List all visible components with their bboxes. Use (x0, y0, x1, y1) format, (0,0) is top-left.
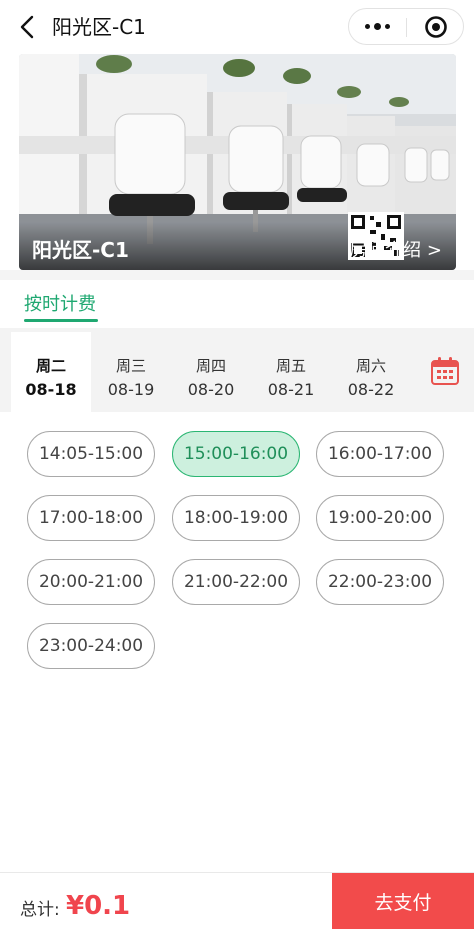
day-tab[interactable]: 周四 08-20 (171, 332, 251, 412)
date-selector: 周二 08-18 周三 08-19 周四 08-20 周五 08-21 周六 0… (0, 328, 474, 412)
close-mini-program-button[interactable] (407, 9, 464, 44)
pay-button[interactable]: 去支付 (332, 873, 474, 929)
total-price: ¥0.1 (66, 891, 131, 921)
time-slot[interactable]: 20:00-21:00 (27, 559, 155, 605)
calendar-icon (431, 357, 459, 385)
day-weekday: 周二 (35, 357, 66, 375)
target-circle-icon (424, 15, 447, 38)
booking-page: 阳光区-C1 阳光区-C1 房间介绍 > 按时计费 周二 08-18 周三 08… (0, 0, 474, 929)
day-date: 08-20 (187, 380, 235, 399)
day-date: 08-19 (107, 380, 155, 399)
tab-hourly-billing[interactable]: 按时计费 (24, 292, 96, 318)
time-slot-selected[interactable]: 15:00-16:00 (172, 431, 300, 477)
day-tab[interactable]: 周六 08-22 (331, 332, 411, 412)
day-weekday: 周四 (195, 357, 226, 375)
mini-program-capsule (348, 8, 464, 45)
day-date: 08-22 (347, 380, 395, 399)
room-intro-link[interactable]: 房间介绍 > (349, 238, 442, 264)
chevron-left-icon (20, 15, 34, 39)
time-slot[interactable]: 21:00-22:00 (172, 559, 300, 605)
time-slot[interactable]: 23:00-24:00 (27, 623, 155, 669)
back-button[interactable] (14, 12, 40, 42)
total-label: 总计: (20, 900, 60, 920)
section-divider (0, 270, 474, 280)
time-slot[interactable]: 18:00-19:00 (172, 495, 300, 541)
time-slot[interactable]: 19:00-20:00 (316, 495, 444, 541)
more-dots-icon (363, 23, 392, 30)
time-slot[interactable]: 14:05-15:00 (27, 431, 155, 477)
day-date: 08-21 (267, 380, 315, 399)
day-tab[interactable]: 周二 08-18 (11, 332, 91, 412)
day-tab[interactable]: 周五 08-21 (251, 332, 331, 412)
day-weekday: 周五 (275, 357, 306, 375)
time-slot[interactable]: 22:00-23:00 (316, 559, 444, 605)
day-weekday: 周六 (355, 357, 386, 375)
checkout-bar: 总计: ¥0.1 去支付 (0, 872, 474, 929)
calendar-button[interactable] (430, 356, 460, 386)
more-button[interactable] (349, 9, 406, 44)
time-slot[interactable]: 17:00-18:00 (27, 495, 155, 541)
room-banner: 阳光区-C1 房间介绍 > (19, 54, 456, 270)
day-tab[interactable]: 周三 08-19 (91, 332, 171, 412)
nav-bar: 阳光区-C1 (0, 0, 474, 54)
page-title: 阳光区-C1 (52, 15, 146, 39)
day-weekday: 周三 (115, 357, 146, 375)
day-date: 08-18 (25, 380, 77, 399)
banner-room-name: 阳光区-C1 (32, 238, 129, 262)
tab-underline (24, 319, 98, 322)
time-slot[interactable]: 16:00-17:00 (316, 431, 444, 477)
